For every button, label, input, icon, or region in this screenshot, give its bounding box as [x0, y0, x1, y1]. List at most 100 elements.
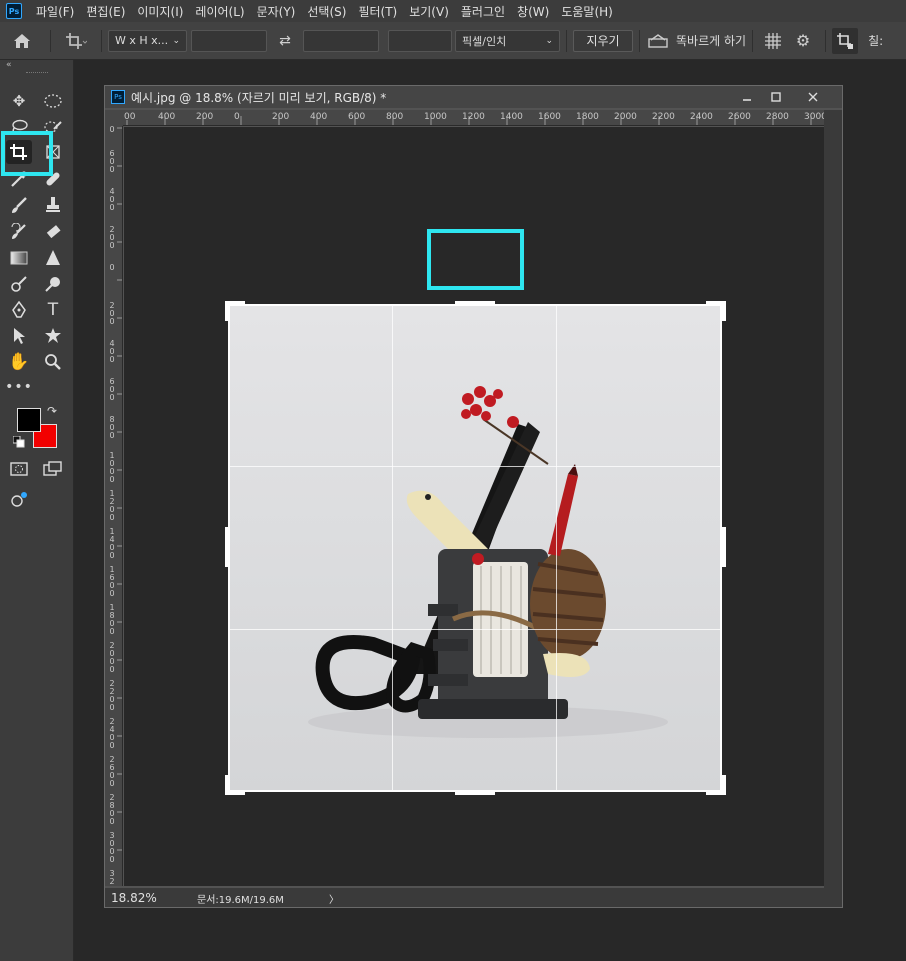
swap-icon[interactable]: ⇄ [267, 29, 303, 53]
crop-tool-highlight [1, 131, 53, 176]
status-menu-arrow[interactable]: 〉 [329, 891, 339, 906]
horizontal-ruler[interactable]: 00 400 200 0 200 400 600 800 1000 1200 1… [123, 110, 824, 126]
crop-handle-top-left[interactable] [225, 301, 229, 321]
ruler-label: 400 [158, 112, 176, 122]
crop-handle-left[interactable] [225, 527, 229, 567]
screen-mode-icon[interactable] [40, 457, 66, 481]
ruler-label: 1000 [424, 112, 447, 122]
menu-edit[interactable]: 편집(E) [80, 3, 131, 20]
gear-icon[interactable]: ⚙ [787, 29, 819, 53]
ruler-label: 0 [234, 112, 240, 122]
menu-file[interactable]: 파일(F) [30, 3, 80, 20]
menu-type[interactable]: 문자(Y) [251, 3, 302, 20]
ruler-label: 1000 [109, 451, 115, 484]
default-colors-icon[interactable] [12, 435, 26, 449]
crop-handle-bottom-left[interactable] [225, 775, 229, 795]
collapse-icon[interactable]: « [6, 60, 12, 70]
ruler-label: 200 [196, 112, 214, 122]
ruler-label: 1800 [576, 112, 599, 122]
eraser-tool-icon[interactable] [40, 220, 66, 244]
chevron-down-icon: ⌄ [172, 35, 180, 46]
sponge-tool-icon[interactable] [40, 272, 66, 296]
move-tool-icon[interactable]: ✥ [6, 89, 32, 113]
dodge-tool-icon[interactable] [6, 272, 32, 296]
crop-handle-bottom-right[interactable] [722, 775, 726, 795]
zoom-level[interactable]: 18.82% [111, 891, 157, 905]
ruler-label: 600 [109, 377, 115, 402]
crop-handle-top[interactable] [455, 301, 495, 305]
straighten-icon[interactable] [646, 29, 670, 53]
ruler-corner [105, 110, 123, 126]
ratio-dropdown-label: W x H x... [115, 34, 169, 47]
history-brush-icon[interactable] [6, 220, 32, 244]
menu-bar: Ps 파일(F) 편집(E) 이미지(I) 레이어(L) 문자(Y) 선택(S)… [0, 0, 906, 22]
zoom-tool-icon[interactable] [40, 350, 66, 374]
ruler-label: 2000 [109, 641, 115, 674]
ruler-label: 2600 [728, 112, 751, 122]
menu-view[interactable]: 보기(V) [403, 3, 455, 20]
crop-preset-icon[interactable] [57, 26, 95, 56]
minimize-button[interactable] [735, 89, 759, 105]
ruler-label: 3000 [109, 831, 115, 864]
menu-layer[interactable]: 레이어(L) [189, 3, 250, 20]
crop-handle-right[interactable] [722, 527, 726, 567]
ruler-label: 1400 [109, 527, 115, 560]
hand-tool-icon[interactable]: ✋ [6, 350, 32, 374]
ruler-label: 2200 [109, 679, 115, 712]
resolution-field[interactable] [388, 29, 452, 52]
menu-plugins[interactable]: 플러그인 [455, 3, 511, 20]
menu-filter[interactable]: 필터(T) [352, 3, 403, 20]
share-icon[interactable] [6, 488, 32, 512]
divider [639, 29, 640, 52]
swap-colors-icon[interactable]: ↷ [44, 403, 60, 419]
menu-image[interactable]: 이미지(I) [131, 3, 189, 20]
width-field[interactable] [191, 29, 267, 52]
straighten-label[interactable]: 똑바르게 하기 [676, 32, 746, 49]
top-handle-highlight [427, 229, 524, 290]
pen-tool-icon[interactable] [6, 298, 32, 322]
crop-border [228, 304, 722, 792]
document-window: Ps 예시.jpg @ 18.8% (자르기 미리 보기, RGB/8) * 0… [104, 85, 843, 908]
vertical-scrollbar[interactable] [824, 110, 842, 888]
crop-preview-image[interactable] [228, 304, 722, 792]
chevron-down-icon: ⌄ [545, 35, 553, 46]
delete-cropped-icon[interactable] [832, 27, 859, 54]
crop-handle-bottom[interactable] [455, 791, 495, 795]
ellipse-marquee-icon[interactable] [40, 89, 66, 113]
ruler-label: 1400 [500, 112, 523, 122]
ruler-label: 600 [348, 112, 366, 122]
maximize-button[interactable] [764, 89, 788, 105]
clone-stamp-icon[interactable] [40, 193, 66, 217]
grid-icon[interactable] [759, 29, 787, 53]
more-tools-icon[interactable]: ••• [5, 375, 32, 399]
brush-tool-icon[interactable] [6, 193, 32, 217]
ruler-label: 0 [109, 126, 115, 134]
ruler-label: 400 [109, 339, 115, 364]
custom-shape-icon[interactable] [40, 324, 66, 348]
ruler-label: 400 [109, 187, 115, 212]
foreground-color-swatch[interactable] [17, 408, 41, 432]
document-titlebar[interactable]: Ps 예시.jpg @ 18.8% (자르기 미리 보기, RGB/8) * [105, 86, 842, 108]
height-field[interactable] [303, 29, 379, 52]
quick-mask-icon[interactable] [6, 457, 32, 481]
vertical-ruler[interactable]: 0 600 400 200 0 200 400 600 800 1000 120… [105, 126, 123, 886]
ratio-dropdown[interactable]: W x H x... ⌄ [108, 29, 187, 52]
blur-tool-icon[interactable] [40, 246, 66, 270]
menu-window[interactable]: 창(W) [511, 3, 555, 20]
ruler-label: 2600 [109, 755, 115, 788]
unit-dropdown[interactable]: 픽셀/인치 ⌄ [455, 29, 560, 52]
menu-help[interactable]: 도움말(H) [555, 3, 619, 20]
clear-button[interactable]: 지우기 [573, 29, 633, 52]
crop-handle-top-right[interactable] [722, 301, 726, 321]
panel-grip[interactable] [26, 72, 48, 75]
gradient-tool-icon[interactable] [6, 246, 32, 270]
ruler-label: 3200 [109, 869, 115, 887]
type-tool-icon[interactable]: T [40, 298, 66, 322]
home-icon[interactable] [0, 26, 44, 56]
close-button[interactable] [801, 89, 825, 105]
ruler-label: 1600 [109, 565, 115, 598]
document-status-bar: 18.82% 문서:19.6M/19.6M 〉 [105, 888, 842, 907]
menu-select[interactable]: 선택(S) [301, 3, 352, 20]
path-select-icon[interactable] [6, 324, 32, 348]
photoshop-logo: Ps [6, 3, 22, 19]
